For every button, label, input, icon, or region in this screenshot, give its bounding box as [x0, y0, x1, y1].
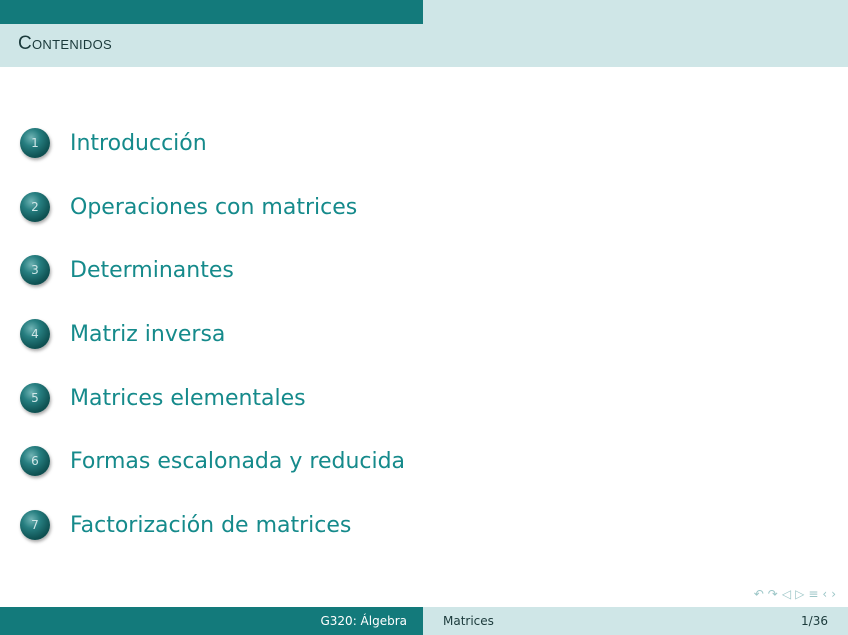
- section-number-ball: 7: [20, 510, 50, 540]
- section-number-ball: 4: [20, 319, 50, 349]
- toc-item-factorizacion[interactable]: 7 Factorización de matrices: [20, 507, 351, 543]
- toc-item-matrices-elementales[interactable]: 5 Matrices elementales: [20, 380, 306, 416]
- page-number: 1/36: [801, 614, 828, 628]
- section-number-ball: 5: [20, 383, 50, 413]
- toc-item-operaciones[interactable]: 2 Operaciones con matrices: [20, 189, 357, 225]
- toc-item-label: Matriz inversa: [70, 321, 226, 347]
- prev-frame-icon[interactable]: ◁: [782, 587, 791, 601]
- next-slide-icon[interactable]: ›: [831, 587, 836, 601]
- footer-topic: Matrices: [443, 614, 494, 628]
- toc-item-label: Determinantes: [70, 257, 234, 283]
- section-number-ball: 1: [20, 128, 50, 158]
- navigation-controls: ↶ ↷ ◁ ▷ ≡ ‹ ›: [754, 587, 836, 601]
- frame-title-bar: [0, 24, 848, 67]
- footer-left: G320: Álgebra: [0, 607, 423, 635]
- toc-item-label: Matrices elementales: [70, 385, 306, 411]
- header-bar-right: [423, 0, 848, 24]
- redo-icon[interactable]: ↷: [768, 587, 778, 601]
- toc-item-introduccion[interactable]: 1 Introducción: [20, 125, 207, 161]
- toc-item-label: Factorización de matrices: [70, 512, 352, 538]
- page-title: Contenidos: [18, 33, 113, 54]
- undo-icon[interactable]: ↶: [754, 587, 764, 601]
- toc-item-matriz-inversa[interactable]: 4 Matriz inversa: [20, 316, 225, 352]
- footer-right: Matrices 1/36: [423, 607, 848, 635]
- prev-slide-icon[interactable]: ‹: [822, 587, 827, 601]
- section-number-ball: 2: [20, 192, 50, 222]
- section-number-ball: 3: [20, 255, 50, 285]
- toc-item-determinantes[interactable]: 3 Determinantes: [20, 252, 234, 288]
- header-bar-left: [0, 0, 423, 24]
- toc-item-formas-escalonada[interactable]: 6 Formas escalonada y reducida: [20, 443, 405, 479]
- next-frame-icon[interactable]: ▷: [795, 587, 804, 601]
- toc-item-label: Formas escalonada y reducida: [70, 448, 406, 474]
- toc-item-label: Operaciones con matrices: [70, 194, 358, 220]
- footer-course: G320: Álgebra: [320, 614, 407, 628]
- section-number-ball: 6: [20, 446, 50, 476]
- toc-item-label: Introducción: [70, 130, 207, 156]
- menu-icon[interactable]: ≡: [808, 587, 818, 601]
